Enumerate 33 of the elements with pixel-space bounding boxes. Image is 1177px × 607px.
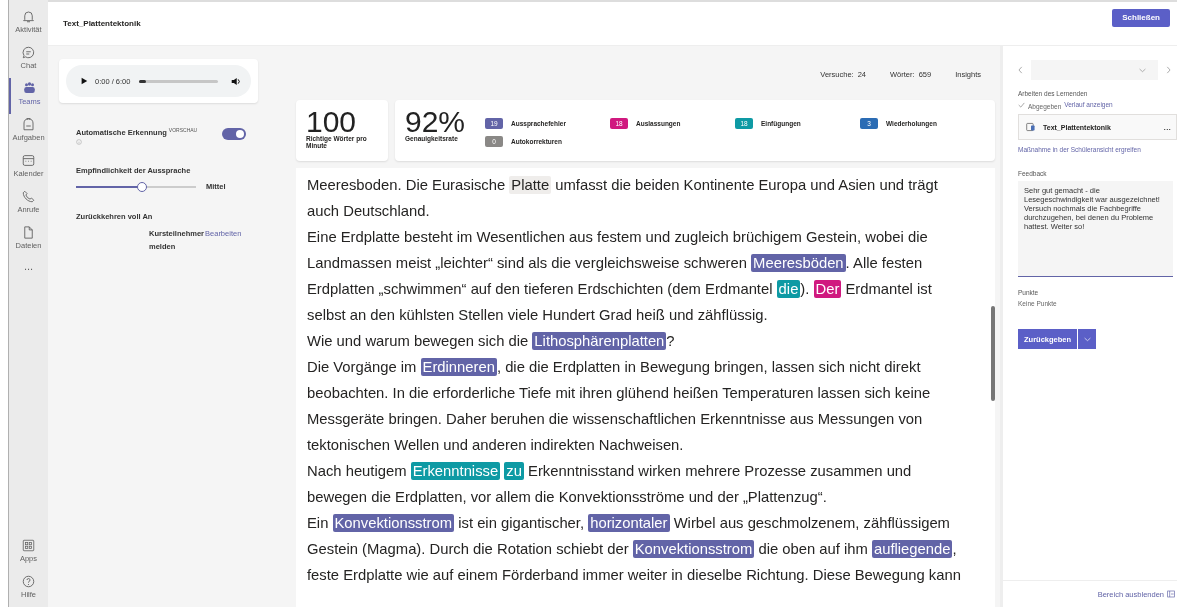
scrollbar[interactable] bbox=[991, 306, 995, 401]
calendar-icon bbox=[21, 153, 36, 168]
help-icon bbox=[21, 574, 36, 589]
check-icon bbox=[1018, 101, 1025, 108]
more-button[interactable]: ... bbox=[23, 260, 34, 272]
paragraph: Die Vorgänge im Erdinneren, die die Erdplatten in Bewegung bringen, lassen sich nicht direkt beobachten. In die erforderliche Tiefe mit ihren glühend heißen Temperaturen lassen sich keine Messgeräte bringen. Daher beruhen die wissenschaftlichen Erkenntnisse aus Messungen von tektonischen Wellen und anderen indirekten Nachweisen. bbox=[307, 357, 932, 455]
accuracy-value: 92% bbox=[405, 108, 467, 135]
close-button[interactable]: Schließen bbox=[1112, 8, 1170, 27]
more-button[interactable]: ... bbox=[1163, 122, 1171, 132]
audio-progress-track[interactable] bbox=[139, 79, 218, 83]
panel-icon[interactable] bbox=[1167, 590, 1175, 598]
volume-icon[interactable] bbox=[231, 76, 241, 86]
play-icon[interactable] bbox=[80, 77, 88, 85]
teams-icon bbox=[22, 81, 37, 96]
paragraph: Wie und warum bewegen sich die Lithosphärenplatten? bbox=[307, 331, 676, 352]
bell-icon bbox=[21, 9, 36, 24]
paragraph: Eine Erdplatte besteht im Wesentlichen aus festem und zugleich brüchigem Gestein, wobei die Landmassen meist „leichter“ sind als die vergleichsweise schweren Meeresböden. Alle festen Erdplatten „schwimmen“ auf den tieferen Erdschichten (dem Erdmantel die). Der Erdmantel ist selbst an den kühlsten Stellen viele Hundert Grad heiß und zähflüssig. bbox=[307, 228, 933, 325]
chat-icon bbox=[21, 45, 36, 60]
bag-icon bbox=[21, 117, 36, 132]
return-options-button[interactable] bbox=[1078, 329, 1097, 349]
caret-icon bbox=[1083, 336, 1091, 342]
slider-thumb[interactable] bbox=[137, 181, 147, 192]
apps-icon bbox=[21, 538, 36, 553]
toggle-switch[interactable] bbox=[222, 128, 246, 140]
paragraph: Nach heutigem Erkenntnisse zu Erkenntnisstand wirken mehrere Prozesse zusammen und bewegen die Erdplatten, vor allem die Konvektionsströme und der „Plattenzug“. bbox=[307, 461, 913, 507]
wpm-value: 100 bbox=[306, 108, 357, 135]
file-icon bbox=[21, 225, 36, 240]
chevron-down-icon bbox=[1139, 67, 1146, 73]
paragraph: Ein Konvektionsstrom ist ein gigantischer, horizontaler Wirbel aus geschmolzenem, zähflüssigem Gestein (Magma). Durch die Rotation schiebt der Konvektionsstrom die oben auf ihm aufliegende, feste Erdplatte wie auf einem Förderband immer weiter in dieselbe Richtung. Diese Bewegung kann bbox=[307, 513, 962, 585]
page-title: Text_Plattentektonik bbox=[63, 19, 141, 28]
document-icon bbox=[1026, 122, 1036, 132]
phone-icon bbox=[21, 189, 36, 204]
paragraph: Meeresboden. Die Eurasische Platte umfasst die beiden Kontinente Europa und Asien und trägt auch Deutschland. bbox=[307, 175, 939, 221]
